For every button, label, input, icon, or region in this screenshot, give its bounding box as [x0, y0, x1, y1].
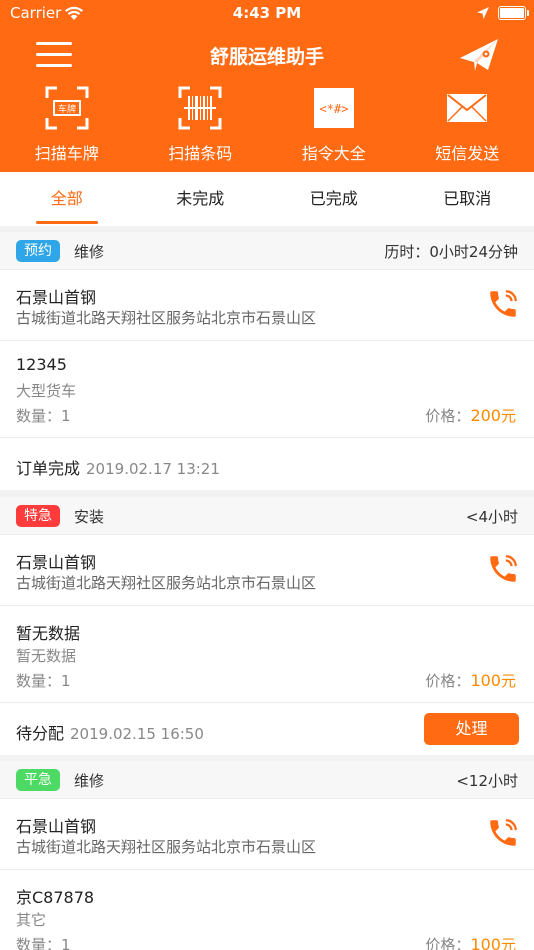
vehicle-type: 其它 — [16, 911, 47, 929]
battery-icon — [498, 6, 526, 20]
quick-tools: 车牌 扫描车牌 扫描条码 <*#> 指令大全 短信发送 — [0, 82, 534, 172]
hamburger-icon-line — [36, 53, 72, 56]
plate-number: 12345 — [16, 355, 67, 374]
order-date: 2019.02.17 13:21 — [86, 460, 220, 478]
location-arrow-icon — [477, 7, 489, 19]
order-state: 待分配 2019.02.15 16:50 — [16, 720, 204, 744]
customer-name: 石景山首钢 — [16, 288, 97, 307]
tab-cancelled[interactable]: 已取消 — [401, 172, 534, 226]
order-filter-tabs: 全部 未完成 已完成 已取消 — [0, 172, 534, 226]
order-card[interactable]: 特急 安装 <4小时 石景山首钢 古城街道北路天翔社区服务站北京市石景山区 暂无… — [0, 497, 534, 755]
price: 价格：100元 — [425, 670, 516, 691]
price-label: 价格： — [425, 936, 471, 950]
priority-badge: 特急 — [16, 505, 60, 527]
paper-plane-icon[interactable] — [458, 36, 500, 74]
time-limit: <4小时 — [465, 508, 518, 526]
page-title: 舒服运维助手 — [209, 46, 324, 68]
license-plate-icon-text: 车牌 — [58, 103, 76, 115]
plate-number: 京C87878 — [16, 888, 95, 907]
command-list-button[interactable]: <*#> 指令大全 — [267, 82, 401, 172]
customer-address: 古城街道北路天翔社区服务站北京市石景山区 — [16, 574, 317, 592]
customer-address-row: 石景山首钢 古城街道北路天翔社区服务站北京市石景山区 — [0, 270, 534, 341]
scan-plate-label: 扫描车牌 — [34, 144, 99, 163]
order-state-label: 订单完成 — [16, 459, 81, 478]
service-type: 安装 — [74, 508, 105, 526]
hamburger-icon-line — [36, 42, 72, 45]
command-list-icon: <*#> — [313, 88, 354, 128]
process-button[interactable]: 处理 — [424, 713, 519, 745]
order-date: 2019.02.15 16:50 — [70, 725, 204, 743]
command-list-label: 指令大全 — [301, 144, 366, 163]
phone-icon[interactable] — [486, 287, 520, 321]
vehicle-info: 暂无数据 暂无数据 数量：1 价格：100元 — [0, 606, 534, 703]
price-unit: 元 — [500, 672, 516, 690]
scan-barcode-label: 扫描条码 — [168, 144, 233, 163]
elapsed-time: 历时：0小时24分钟 — [384, 243, 518, 261]
priority-badge: 平急 — [16, 769, 60, 791]
customer-name: 石景山首钢 — [16, 817, 97, 836]
menu-button[interactable] — [36, 42, 72, 68]
customer-address-row: 石景山首钢 古城街道北路天翔社区服务站北京市石景山区 — [0, 799, 534, 870]
status-bar: Carrier 4:43 PM — [0, 0, 534, 28]
price-label: 价格： — [425, 672, 471, 690]
order-status-row: 订单完成 2019.02.17 13:21 — [0, 438, 534, 490]
order-header: 预约 维修 历时：0小时24分钟 — [0, 232, 534, 270]
tab-all[interactable]: 全部 — [0, 172, 134, 226]
customer-address: 古城街道北路天翔社区服务站北京市石景山区 — [16, 309, 317, 327]
clock: 4:43 PM — [232, 4, 302, 22]
scan-barcode-button[interactable]: 扫描条码 — [134, 82, 268, 172]
vehicle-type: 暂无数据 — [16, 647, 77, 665]
tab-label: 已取消 — [443, 189, 492, 208]
order-header: 平急 维修 <12小时 — [0, 761, 534, 799]
price-amount: 200 — [470, 406, 501, 425]
barcode-scan-icon — [178, 86, 222, 130]
quantity: 数量：1 — [16, 936, 71, 950]
tab-label: 全部 — [50, 189, 83, 208]
tab-active-indicator — [35, 221, 98, 224]
battery-tip — [527, 10, 529, 16]
tab-incomplete[interactable]: 未完成 — [134, 172, 268, 226]
tab-completed[interactable]: 已完成 — [267, 172, 401, 226]
order-state: 订单完成 2019.02.17 13:21 — [16, 455, 220, 479]
plate-number: 暂无数据 — [16, 624, 81, 643]
price-unit: 元 — [500, 936, 516, 950]
order-card[interactable]: 预约 维修 历时：0小时24分钟 石景山首钢 古城街道北路天翔社区服务站北京市石… — [0, 232, 534, 490]
quantity: 数量：1 — [16, 672, 71, 690]
vehicle-info: 京C87878 其它 数量：1 价格：100元 — [0, 870, 534, 950]
phone-icon[interactable] — [486, 552, 520, 586]
command-icon-text: <*#> — [319, 102, 348, 116]
customer-address: 古城街道北路天翔社区服务站北京市石景山区 — [16, 838, 317, 856]
price: 价格：100元 — [425, 934, 516, 950]
tab-label: 未完成 — [176, 189, 225, 208]
navigation-bar: 舒服运维助手 — [0, 28, 534, 82]
send-sms-label: 短信发送 — [435, 144, 500, 163]
send-sms-button[interactable]: 短信发送 — [401, 82, 534, 172]
order-state-label: 待分配 — [16, 724, 65, 743]
order-status-row: 待分配 2019.02.15 16:50 处理 — [0, 703, 534, 755]
hamburger-icon-line — [36, 64, 72, 67]
price: 价格：200元 — [425, 405, 516, 426]
customer-name: 石景山首钢 — [16, 553, 97, 572]
vehicle-type: 大型货车 — [16, 382, 77, 400]
service-type: 维修 — [74, 772, 105, 790]
envelope-icon — [447, 94, 488, 122]
vehicle-info: 12345 大型货车 数量：1 价格：200元 — [0, 341, 534, 438]
price-amount: 100 — [470, 935, 501, 950]
license-plate-scan-icon: 车牌 — [45, 86, 89, 130]
price-amount: 100 — [470, 671, 501, 690]
time-limit: <12小时 — [456, 772, 518, 790]
order-card[interactable]: 平急 维修 <12小时 石景山首钢 古城街道北路天翔社区服务站北京市石景山区 京… — [0, 761, 534, 950]
price-label: 价格： — [425, 407, 471, 425]
phone-icon[interactable] — [486, 816, 520, 850]
quantity: 数量：1 — [16, 407, 71, 425]
scan-plate-button[interactable]: 车牌 扫描车牌 — [0, 82, 134, 172]
priority-badge: 预约 — [16, 240, 60, 262]
price-unit: 元 — [500, 407, 516, 425]
service-type: 维修 — [74, 243, 105, 261]
order-header: 特急 安装 <4小时 — [0, 497, 534, 535]
customer-address-row: 石景山首钢 古城街道北路天翔社区服务站北京市石景山区 — [0, 535, 534, 606]
tab-label: 已完成 — [309, 189, 358, 208]
